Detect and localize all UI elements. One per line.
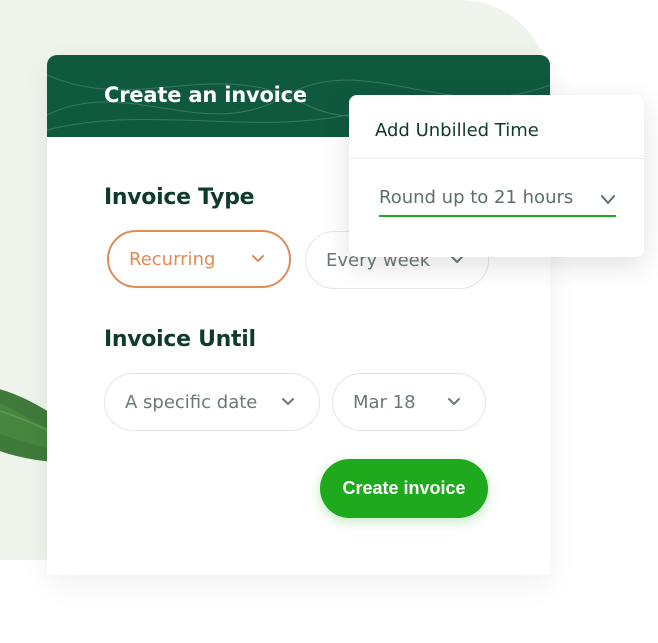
chevron-down-icon (448, 398, 460, 405)
invoice-until-select[interactable]: A specific date (104, 373, 320, 431)
invoice-type-value: Recurring (129, 248, 216, 270)
popover-divider (349, 158, 644, 159)
invoice-type-label: Invoice Type (104, 185, 255, 210)
invoice-until-label: Invoice Until (104, 327, 256, 352)
until-date-select[interactable]: Mar 18 (332, 373, 486, 431)
invoice-stage: Create an invoice Invoice Type Recurring… (0, 0, 658, 643)
card-title: Create an invoice (104, 83, 307, 107)
rounding-value: Round up to 21 hours (379, 187, 574, 208)
chevron-down-icon (252, 255, 264, 262)
chevron-down-icon (282, 398, 294, 405)
rounding-select[interactable]: Round up to 21 hours (379, 181, 616, 217)
invoice-type-select[interactable]: Recurring (107, 230, 291, 288)
invoice-until-value: A specific date (125, 391, 258, 413)
chevron-down-icon (601, 195, 615, 204)
popover-title: Add Unbilled Time (375, 120, 539, 141)
unbilled-time-popover: Add Unbilled Time Round up to 21 hours (349, 95, 644, 257)
create-invoice-button[interactable]: Create invoice (320, 459, 488, 518)
until-date-value: Mar 18 (353, 391, 416, 413)
